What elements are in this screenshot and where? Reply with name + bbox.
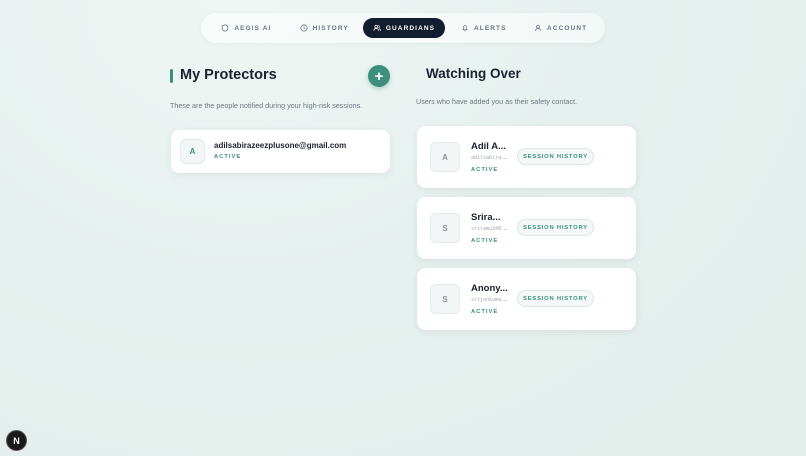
session-history-button[interactable]: SESSION HISTORY: [517, 219, 594, 236]
ward-name: Anony...: [471, 283, 508, 294]
nav-label: GUARDIANS: [385, 24, 436, 32]
protectors-title: My Protectors: [180, 67, 277, 83]
dev-tools-badge[interactable]: N: [6, 430, 27, 451]
ward-card: S Anony... srijonkuma... ACTIVE SESSION …: [417, 268, 636, 330]
ward-email: adilsabira...: [471, 155, 509, 161]
protector-email: adilsabirazeezplusone@gmail.com: [214, 141, 347, 150]
status-badge: ACTIVE: [471, 167, 499, 173]
status-badge: ACTIVE: [471, 238, 499, 244]
status-badge: ACTIVE: [214, 154, 242, 160]
avatar: A: [430, 142, 460, 172]
protector-card[interactable]: A adilsabirazeezplusone@gmail.com ACTIVE: [171, 130, 390, 173]
status-badge: ACTIVE: [471, 309, 499, 315]
watching-title: Watching Over: [426, 66, 521, 81]
nav-item-aegis-ai[interactable]: AEGIS AI: [207, 18, 286, 38]
nav-item-alerts[interactable]: ALERTS: [445, 18, 522, 38]
protectors-subtitle: These are the people notified during you…: [170, 101, 363, 110]
session-history-button[interactable]: SESSION HISTORY: [517, 290, 594, 307]
ward-name: Srira...: [471, 212, 501, 223]
ward-email: sriramu248...: [471, 226, 509, 232]
title-accent-bar: [170, 69, 173, 83]
nav-label: AEGIS AI: [234, 24, 272, 32]
session-history-button[interactable]: SESSION HISTORY: [517, 148, 594, 165]
top-nav: AEGIS AI HISTORY GUARDIANS ALERTS ACCOUN…: [201, 13, 605, 43]
add-protector-button[interactable]: +: [368, 65, 390, 87]
avatar: A: [180, 139, 205, 164]
avatar: S: [430, 284, 460, 314]
watching-subtitle: Users who have added you as their safety…: [416, 97, 578, 106]
shield-icon: [222, 24, 229, 32]
users-icon: [373, 24, 381, 31]
nav-label: ALERTS: [473, 24, 507, 32]
ward-card: S Srira... sriramu248... ACTIVE SESSION …: [417, 197, 636, 259]
nav-label: ACCOUNT: [546, 24, 588, 32]
clock-icon: [299, 24, 308, 32]
bell-icon: [462, 25, 468, 32]
nav-item-guardians[interactable]: GUARDIANS: [362, 18, 446, 38]
nav-item-account[interactable]: ACCOUNT: [522, 18, 599, 38]
user-icon: [535, 24, 541, 31]
ward-card: A Adil A... adilsabira... ACTIVE SESSION…: [417, 126, 636, 188]
avatar: S: [430, 213, 460, 243]
nav-item-history[interactable]: HISTORY: [286, 18, 363, 38]
ward-name: Adil A...: [471, 141, 507, 152]
ward-email: srijonkuma...: [471, 297, 509, 303]
nav-label: HISTORY: [312, 24, 349, 32]
